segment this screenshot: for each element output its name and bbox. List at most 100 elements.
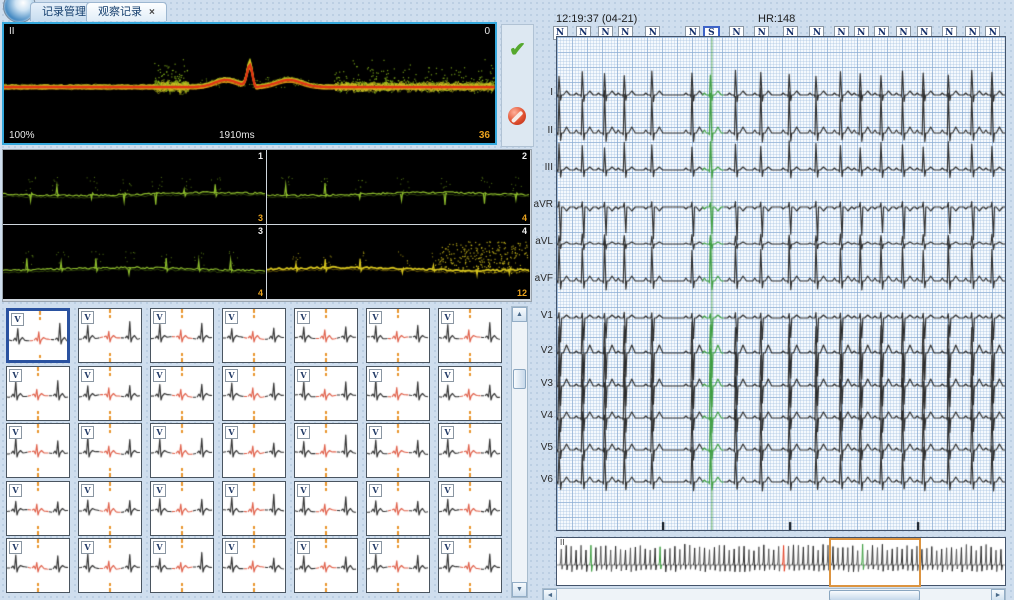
template-card[interactable]: V [438, 308, 502, 363]
template-card[interactable]: V [222, 366, 286, 421]
reject-ban-icon[interactable] [508, 107, 526, 125]
channel-panel-1[interactable]: 13 [3, 150, 266, 224]
ecg-h-scrollbar[interactable]: ◄ ► [542, 588, 1006, 600]
template-card-label: V [225, 369, 238, 382]
template-card[interactable]: V [78, 538, 142, 593]
template-card-label: V [81, 541, 94, 554]
template-card[interactable]: V [6, 481, 70, 536]
template-card-grid: VVVVVVVVVVVVVVVVVVVVVVVVVVVVVVVVVVV [6, 308, 506, 598]
template-card-label: V [225, 541, 238, 554]
template-card-label: V [153, 369, 166, 382]
template-card[interactable]: V [438, 538, 502, 593]
template-card[interactable]: V [366, 366, 430, 421]
ecg-heart-rate: HR:148 [758, 13, 795, 25]
template-card[interactable]: V [78, 481, 142, 536]
template-card[interactable]: V [294, 423, 358, 478]
rhythm-lead-label: II [560, 538, 564, 547]
template-card[interactable]: V [366, 423, 430, 478]
template-card[interactable]: V [78, 366, 142, 421]
tab-bar: 记录管理 观察记录 × [0, 0, 1014, 21]
template-card-label: V [153, 541, 166, 554]
channel-panel-grid: 132434412 [2, 149, 532, 302]
template-card-label: V [297, 311, 310, 324]
template-card-label: V [369, 541, 382, 554]
template-card[interactable]: V [150, 423, 214, 478]
channel-panel-2[interactable]: 24 [267, 150, 530, 224]
template-card[interactable]: V [366, 538, 430, 593]
template-card-label: V [9, 541, 22, 554]
scroll-up-button[interactable]: ▲ [512, 307, 527, 322]
template-card-label: V [9, 426, 22, 439]
h-scroll-thumb[interactable] [829, 590, 920, 600]
template-card[interactable]: V [294, 366, 358, 421]
channel-count-label: 12 [517, 288, 527, 298]
template-card[interactable]: V [150, 308, 214, 363]
template-card-label: V [153, 426, 166, 439]
template-card[interactable]: V [78, 308, 142, 363]
template-card[interactable]: V [6, 308, 70, 363]
tab-label: 记录管理 [42, 6, 86, 18]
template-card[interactable]: V [6, 366, 70, 421]
channel-count-label: 4 [258, 288, 263, 298]
template-card[interactable]: V [294, 308, 358, 363]
ecg-canvas [557, 37, 1005, 530]
template-card[interactable]: V [6, 423, 70, 478]
template-card-label: V [441, 369, 454, 382]
template-card[interactable]: V [150, 538, 214, 593]
beat-overlay-panel[interactable]: II 0 100% 1910ms 36 [2, 22, 497, 145]
template-card[interactable]: V [438, 366, 502, 421]
template-card[interactable]: V [438, 423, 502, 478]
template-card-label: V [81, 369, 94, 382]
template-card-label: V [369, 484, 382, 497]
template-card-label: V [225, 484, 238, 497]
lead-label-V3: V3 [528, 378, 553, 389]
lead-label-aVR: aVR [528, 199, 553, 210]
template-card[interactable]: V [294, 538, 358, 593]
channel-panel-4[interactable]: 4 12 [267, 225, 530, 299]
scroll-right-button[interactable]: ► [991, 589, 1005, 600]
template-card[interactable]: V [366, 308, 430, 363]
lead-label-aVL: aVL [528, 236, 553, 247]
accept-check-icon[interactable]: ✔ [502, 37, 533, 62]
template-card[interactable]: V [222, 308, 286, 363]
template-card-label: V [297, 484, 310, 497]
channel-number-label: 4 [522, 226, 527, 236]
template-card-label: V [441, 541, 454, 554]
template-card[interactable]: V [150, 366, 214, 421]
scroll-left-button[interactable]: ◄ [543, 589, 557, 600]
template-card-label: V [11, 313, 24, 326]
tab-close-icon[interactable]: × [149, 7, 155, 18]
template-card[interactable]: V [6, 538, 70, 593]
template-card[interactable]: V [222, 423, 286, 478]
tab-observation-record[interactable]: 观察记录 × [86, 2, 167, 21]
template-card-label: V [297, 541, 310, 554]
lead-label-V6: V6 [528, 474, 553, 485]
scroll-down-button[interactable]: ▼ [512, 582, 527, 597]
ecg-paper[interactable] [556, 36, 1006, 531]
template-scrollbar[interactable]: ▲ ▼ [511, 306, 528, 598]
tab-label: 观察记录 [98, 6, 142, 18]
template-card-label: V [81, 311, 94, 324]
template-card-label: V [441, 426, 454, 439]
template-card[interactable]: V [294, 481, 358, 536]
channel-panel-3[interactable]: 34 [3, 225, 266, 299]
template-card[interactable]: V [222, 481, 286, 536]
rhythm-strip[interactable]: II [556, 537, 1006, 586]
channel-number-label: 2 [522, 151, 527, 161]
beat-overlay-canvas [4, 24, 495, 143]
lead-label-V4: V4 [528, 410, 553, 421]
template-card[interactable]: V [366, 481, 430, 536]
template-card-label: V [369, 426, 382, 439]
rhythm-selection-box[interactable] [829, 538, 921, 587]
template-card[interactable]: V [150, 481, 214, 536]
template-card[interactable]: V [438, 481, 502, 536]
template-card[interactable]: V [222, 538, 286, 593]
rhythm-strip-canvas [557, 538, 1005, 585]
channel-count-label: 3 [258, 213, 263, 223]
template-card-label: V [81, 426, 94, 439]
template-card[interactable]: V [78, 423, 142, 478]
channel-count-label: 4 [522, 213, 527, 223]
scroll-thumb[interactable] [513, 369, 526, 389]
overlay-span-label: 1910ms [219, 130, 255, 141]
lead-label-I: I [528, 87, 553, 98]
